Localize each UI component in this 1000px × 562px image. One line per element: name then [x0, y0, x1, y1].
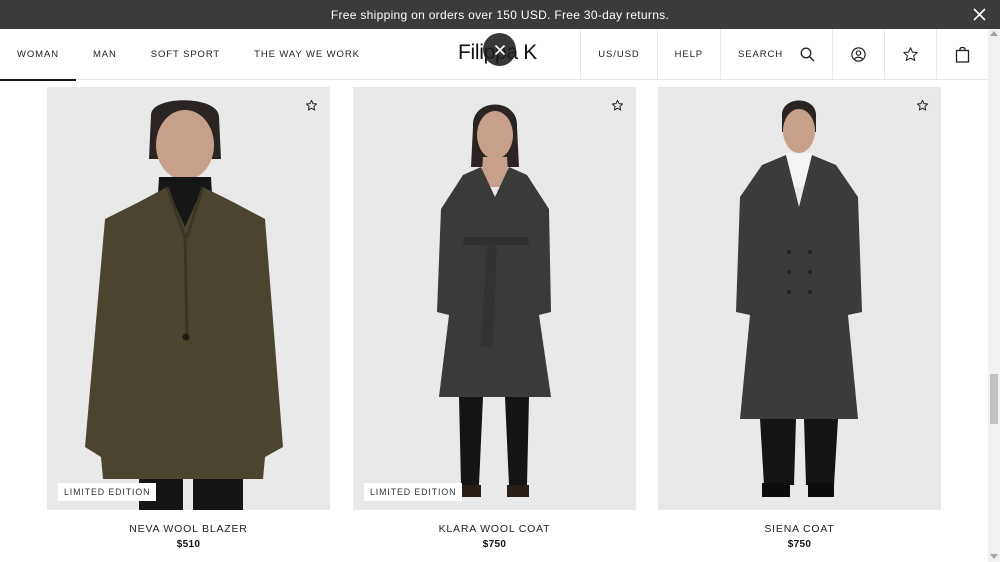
product-badge: LIMITED EDITION — [364, 483, 463, 501]
product-image[interactable]: LIMITED EDITION — [353, 87, 636, 510]
model-photo — [353, 87, 636, 510]
product-price: $750 — [787, 539, 812, 550]
cart-button[interactable] — [936, 29, 988, 80]
model-photo — [47, 87, 330, 510]
product-card: LIMITED EDITION KLARA WOOL COAT $750 — [353, 87, 636, 550]
product-card: LIMITED EDITION NEVA WOOL BLAZER $510 — [47, 87, 330, 550]
product-name[interactable]: SIENA COAT — [658, 523, 941, 535]
product-name[interactable]: KLARA WOOL COAT — [353, 523, 636, 535]
main-navigation: WOMAN MAN SOFT SPORT THE WAY WE WORK Fil… — [0, 29, 988, 81]
close-icon — [494, 44, 505, 55]
close-icon[interactable] — [971, 6, 988, 23]
product-card: SIENA COAT $750 — [658, 87, 941, 550]
product-badge: LIMITED EDITION — [58, 483, 157, 501]
nav-woman[interactable]: WOMAN — [0, 29, 76, 81]
nav-soft-sport[interactable]: SOFT SPORT — [134, 29, 237, 80]
help-link[interactable]: HELP — [656, 29, 720, 80]
product-image[interactable]: LIMITED EDITION — [47, 87, 330, 510]
product-image[interactable] — [658, 87, 941, 510]
star-icon[interactable] — [305, 99, 318, 112]
announcement-banner: Free shipping on orders over 150 USD. Fr… — [0, 0, 1000, 29]
nav-the-way-we-work[interactable]: THE WAY WE WORK — [237, 29, 377, 80]
scroll-down-arrow[interactable] — [990, 554, 998, 559]
model-photo — [658, 87, 941, 510]
product-price: $750 — [482, 539, 507, 550]
product-price: $510 — [176, 539, 201, 550]
product-name[interactable]: NEVA WOOL BLAZER — [47, 523, 330, 535]
banner-text: Free shipping on orders over 150 USD. Fr… — [330, 7, 670, 22]
shopping-bag-icon — [955, 46, 970, 63]
star-icon — [902, 46, 919, 63]
account-button[interactable] — [832, 29, 884, 80]
wishlist-button[interactable] — [884, 29, 936, 80]
region-selector[interactable]: US/USD — [580, 29, 656, 80]
nav-man[interactable]: MAN — [76, 29, 134, 80]
account-icon — [851, 47, 866, 62]
scroll-thumb[interactable] — [990, 374, 998, 424]
star-icon[interactable] — [916, 99, 929, 112]
overlay-close-button[interactable] — [483, 33, 516, 66]
page-scrollbar[interactable] — [988, 29, 1000, 562]
search-icon — [800, 47, 815, 62]
search-button[interactable]: SEARCH — [720, 29, 832, 80]
search-label: SEARCH — [738, 49, 783, 60]
scroll-up-arrow[interactable] — [990, 31, 998, 36]
star-icon[interactable] — [611, 99, 624, 112]
